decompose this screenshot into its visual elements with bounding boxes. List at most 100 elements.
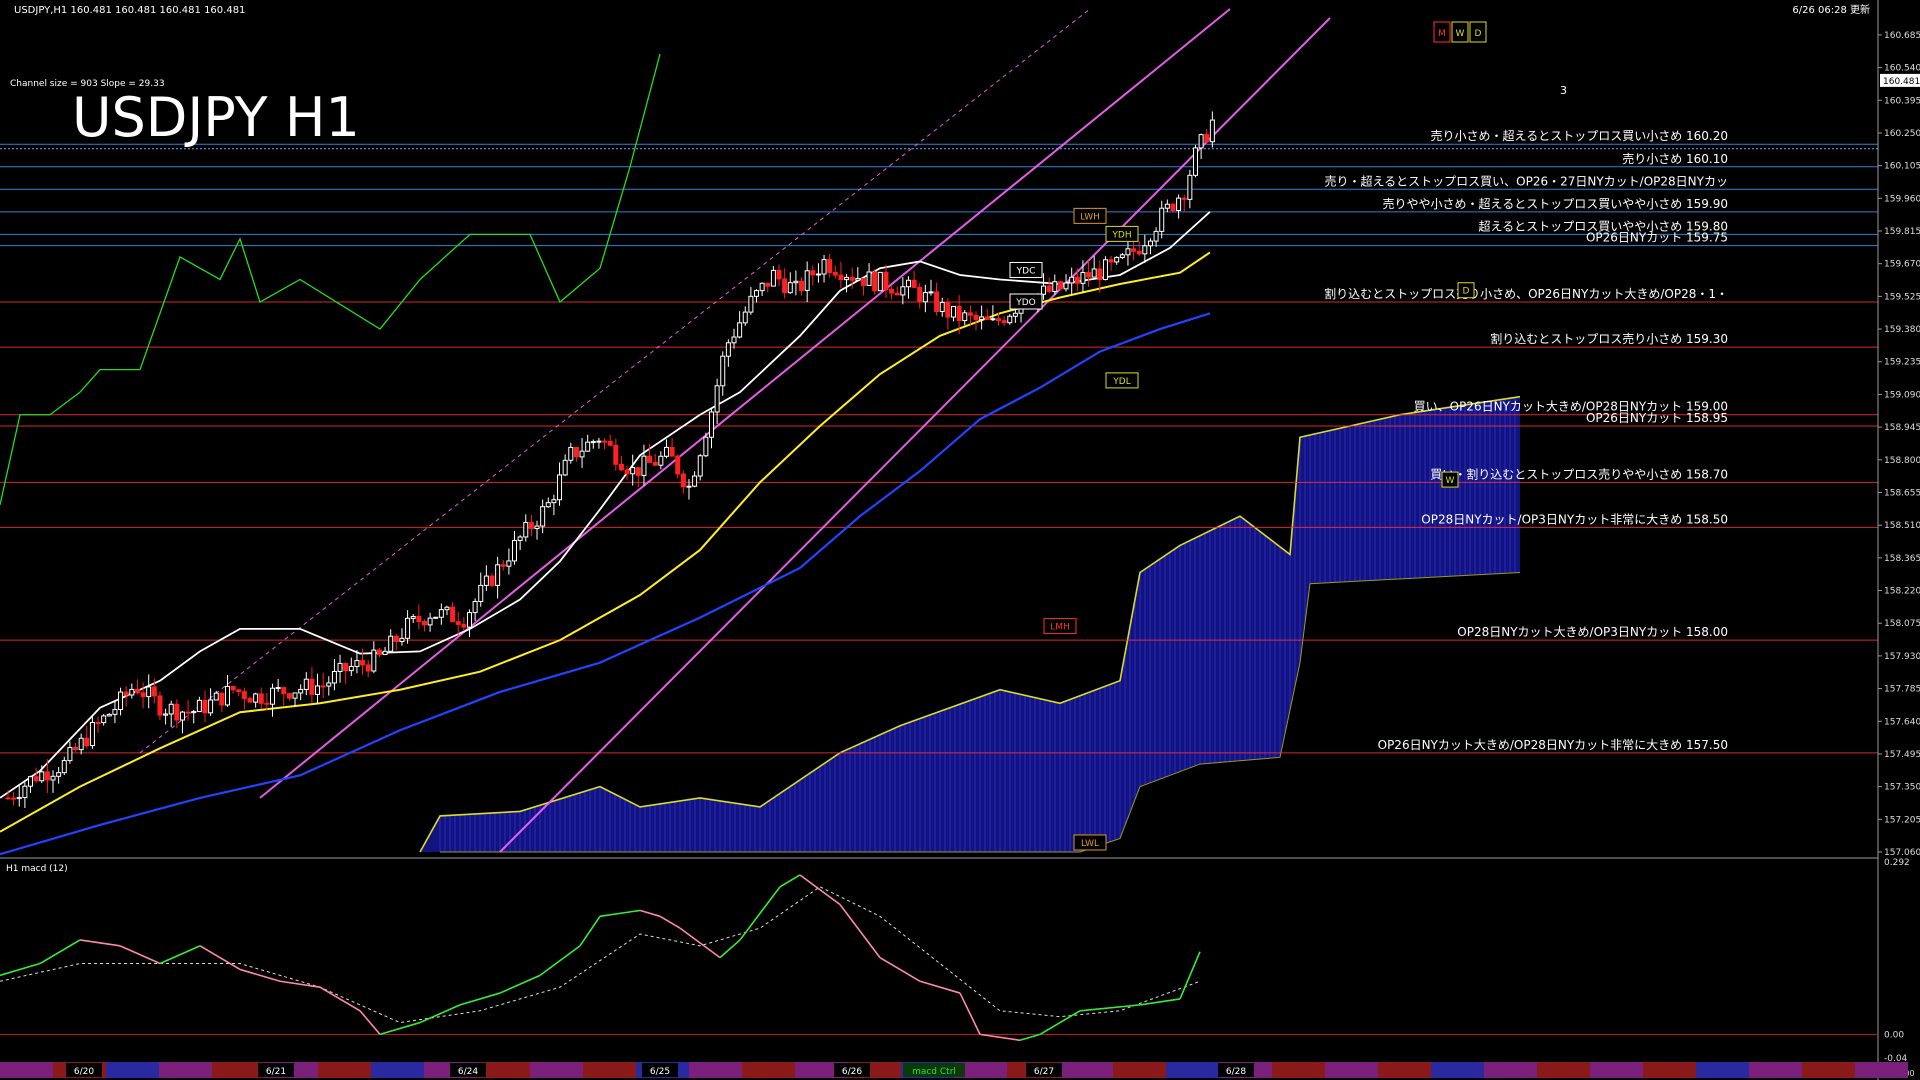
candle-body[interactable] [337,662,343,672]
candle-body[interactable] [686,485,692,488]
candle-body[interactable] [1136,250,1142,255]
candle-body[interactable] [326,682,332,687]
candle-body[interactable] [95,721,101,724]
candle-body[interactable] [1147,240,1153,247]
candle-body[interactable] [16,796,22,800]
candle-body[interactable] [331,670,337,684]
candle-body[interactable] [1108,259,1114,263]
candle-body[interactable] [984,316,990,320]
candle-body[interactable] [393,635,399,642]
candle-body[interactable] [647,455,653,463]
candle-body[interactable] [922,292,928,303]
candle-body[interactable] [697,455,703,477]
candle-body[interactable] [292,692,298,699]
candle-body[interactable] [945,301,951,318]
candle-body[interactable] [33,776,39,782]
candle-body[interactable] [680,473,686,488]
candle-body[interactable] [894,292,900,296]
candle-body[interactable] [692,475,698,487]
candle-body[interactable] [365,664,371,672]
candle-body[interactable] [360,660,366,666]
candle-body[interactable] [416,616,422,623]
candle-body[interactable] [967,312,973,316]
candle-body[interactable] [900,286,906,296]
candle-body[interactable] [804,270,810,291]
candle-body[interactable] [89,721,95,747]
candle-body[interactable] [708,411,714,438]
candle-body[interactable] [939,301,945,312]
candle-body[interactable] [1164,203,1170,209]
candle-body[interactable] [1102,259,1108,281]
candle-body[interactable] [286,693,292,699]
candle-body[interactable] [573,446,579,458]
candle-body[interactable] [118,691,124,711]
candle-body[interactable] [742,311,748,324]
candle-body[interactable] [1170,203,1176,211]
candle-body[interactable] [146,686,152,698]
candle-body[interactable] [1192,147,1198,176]
candle-body[interactable] [889,289,895,294]
candle-body[interactable] [5,797,11,800]
candle-body[interactable] [123,691,129,696]
candle-body[interactable] [106,713,112,717]
macd-ctrl-label[interactable]: macd Ctrl [912,1067,956,1077]
candle-body[interactable] [737,322,743,338]
candle-body[interactable] [495,564,501,586]
candle-body[interactable] [168,703,174,715]
candle-body[interactable] [163,713,169,716]
candle-body[interactable] [11,797,17,800]
candle-body[interactable] [1209,119,1215,143]
candle-body[interactable] [376,649,382,656]
candle-body[interactable] [427,617,433,626]
candle-body[interactable] [500,564,506,567]
candle-body[interactable] [84,737,90,747]
candle-body[interactable] [872,271,878,292]
candle-body[interactable] [1052,281,1058,292]
candle-body[interactable] [855,278,861,281]
candle-body[interactable] [517,536,523,541]
candle-body[interactable] [754,290,760,297]
candle-body[interactable] [264,702,270,705]
candle-body[interactable] [208,699,214,714]
candle-body[interactable] [421,621,427,626]
candle-body[interactable] [309,678,315,695]
candle-body[interactable] [675,455,681,475]
candle-body[interactable] [1074,276,1080,284]
candle-body[interactable] [866,271,872,286]
candle-body[interactable] [1131,248,1137,252]
candle-body[interactable] [179,711,185,721]
candle-body[interactable] [315,685,321,695]
candle-body[interactable] [1114,256,1120,263]
candle-body[interactable] [185,711,191,714]
candle-body[interactable] [1125,248,1131,256]
candle-body[interactable] [348,665,354,672]
candle-body[interactable] [720,355,726,387]
candle-body[interactable] [596,440,602,443]
candle-body[interactable] [1187,174,1193,200]
candle-body[interactable] [1063,282,1069,290]
candle-body[interactable] [101,715,107,724]
candle-body[interactable] [799,280,805,291]
candle-body[interactable] [196,699,202,713]
candle-body[interactable] [298,688,304,694]
candle-body[interactable] [73,746,79,751]
candle-body[interactable] [590,441,596,444]
candle-body[interactable] [320,685,326,688]
candle-body[interactable] [990,318,996,321]
candle-body[interactable] [770,269,776,287]
candle-body[interactable] [270,687,276,705]
candle-body[interactable] [50,775,56,781]
candle-body[interactable] [613,444,619,465]
candle-body[interactable] [714,385,720,413]
candle-body[interactable] [523,522,529,538]
usdjpy-h1-chart[interactable]: 売り小さめ・超えるとストップロス買い小さめ 160.20 売り小さめ 160.10… [0,0,1920,1080]
candle-body[interactable] [759,282,765,292]
candle-body[interactable] [540,506,546,527]
candle-body[interactable] [1069,276,1075,284]
candle-body[interactable] [1001,320,1007,324]
candle-body[interactable] [281,687,287,695]
candle-body[interactable] [877,271,883,292]
candle-body[interactable] [371,649,377,672]
candle-body[interactable] [247,698,253,703]
candle-body[interactable] [483,575,489,586]
